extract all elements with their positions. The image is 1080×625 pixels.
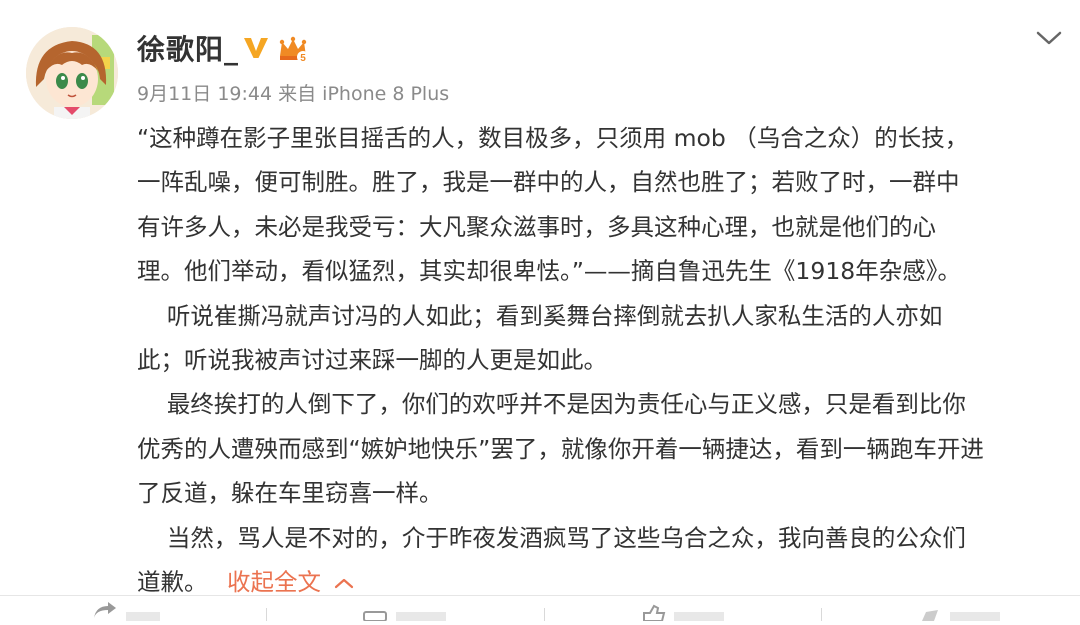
body-line: 一阵乱噪，便可制胜。胜了，我是一群中的人，自然也胜了；若败了时，一群中 [137, 168, 960, 197]
post-menu-button[interactable] [1032, 24, 1066, 52]
post-meta: 9月11日 19:44 来自 iPhone 8 Plus [137, 80, 449, 108]
chevron-down-icon [1036, 31, 1062, 45]
action-bar [0, 596, 1080, 622]
anime-girl-avatar-icon [26, 27, 118, 119]
post-source: 来自 iPhone 8 Plus [278, 83, 450, 105]
body-line: 当然，骂人是不对的，介于昨夜发酒疯骂了这些乌合之众，我向善良的公众们 [137, 523, 966, 552]
forward-button[interactable] [90, 596, 170, 621]
collapse-label: 收起全文 [226, 567, 321, 596]
body-line: 优秀的人遭殃而感到“嫉妒地快乐”罢了，就像你开着一辆捷达，看到一辆跑车开进 [137, 434, 984, 463]
verified-v-icon[interactable] [243, 36, 269, 64]
action-separator [266, 608, 267, 621]
post-date[interactable]: 9月11日 [137, 83, 211, 105]
post-body: “这种蹲在影子里张目摇舌的人，数目极多，只须用 mob （乌合之众）的长技， 一… [137, 116, 1067, 604]
author-name[interactable]: 徐歌阳_ [137, 30, 239, 70]
body-line: 了反道，躲在车里窃喜一样。 [137, 479, 443, 508]
comment-button[interactable] [362, 596, 452, 622]
collapse-text-link[interactable]: 收起全文 [227, 568, 355, 596]
svg-text:5: 5 [300, 53, 306, 64]
like-button[interactable] [640, 596, 730, 622]
share-icon [922, 610, 1000, 621]
body-line: 最终挨打的人倒下了，你们的欢呼并不是因为责任心与正义感，只是看到比你 [137, 390, 966, 419]
body-line: 有许多人，未必是我受亏：大凡聚众滋事时，多具这种心理，也就是他们的心 [137, 212, 936, 241]
chevron-up-icon [334, 579, 354, 589]
body-line: 听说崔撕冯就声讨冯的人如此；看到奚舞台摔倒就去扒人家私生活的人亦如 [137, 301, 943, 330]
post-time[interactable]: 19:44 [217, 83, 272, 105]
share-button[interactable] [916, 596, 1006, 621]
avatar[interactable] [26, 27, 118, 119]
action-separator [544, 608, 545, 621]
body-line: 此；听说我被声讨过来踩一脚的人更是如此。 [137, 345, 607, 374]
crown-level-icon[interactable]: 5 [277, 36, 311, 68]
like-icon [643, 604, 724, 622]
forward-icon [94, 602, 160, 621]
body-line: 道歉。 [137, 567, 208, 596]
body-line: 理。他们举动，看似猛烈，其实却很卑怯。”——摘自鲁迅先生《1918年杂感》。 [137, 257, 961, 286]
action-separator [821, 608, 822, 621]
body-line: “这种蹲在影子里张目摇舌的人，数目极多，只须用 mob （乌合之众）的长技， [137, 124, 969, 152]
comment-icon [363, 611, 446, 622]
